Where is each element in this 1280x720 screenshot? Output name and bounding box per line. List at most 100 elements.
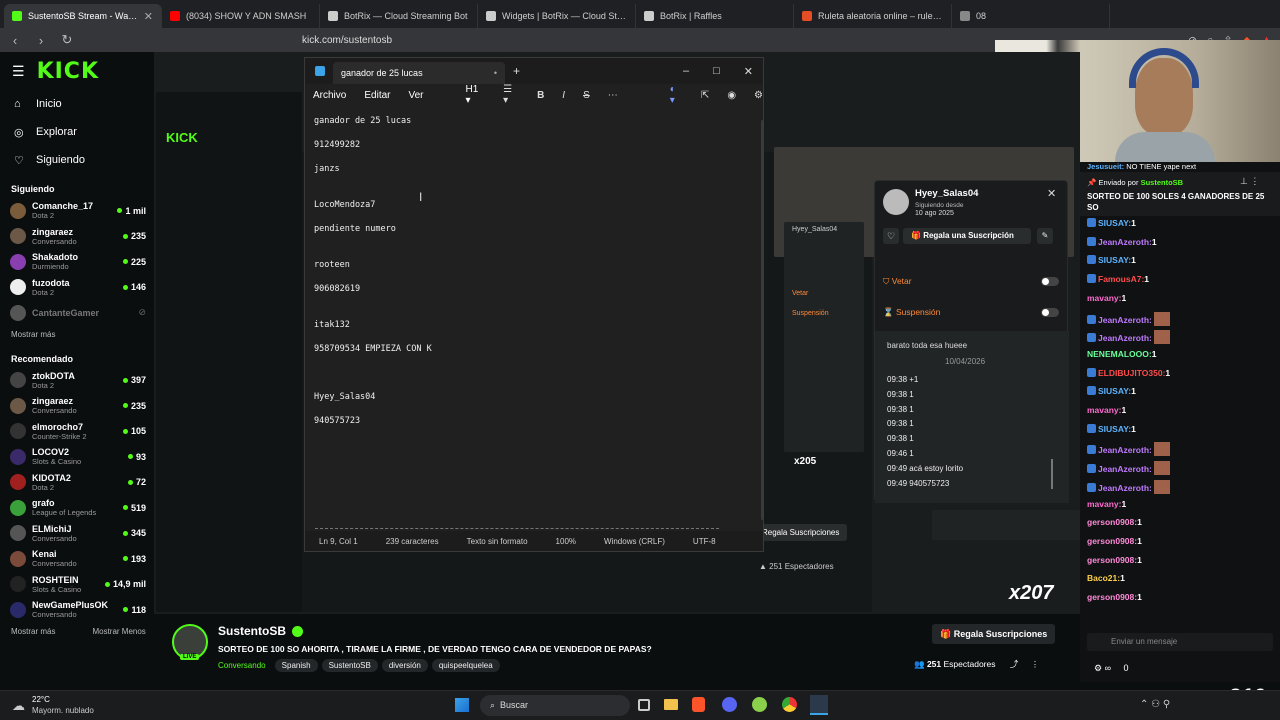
share-icon[interactable]: ⤴ [1010,659,1019,669]
channel-row[interactable]: KIDOTA2 Dota 2 72 [0,470,154,496]
chat-username[interactable]: JeanAzeroth: [1098,333,1152,343]
chat-user[interactable]: Jesusueit: [1087,162,1124,171]
channel-row[interactable]: Kenai Conversando 193 [0,546,154,572]
forward-icon[interactable]: › [34,33,48,48]
copilot-icon[interactable]: ◐ ▾ [670,84,683,106]
notepad-tab[interactable]: ganador de 25 lucas • [333,62,505,84]
browser-tab[interactable]: BotRix — Cloud Streaming Bot [320,4,478,28]
taskbar-search[interactable]: ⌕ Buscar [480,695,630,716]
chat-input[interactable]: Enviar un mensaje [1087,633,1273,651]
nav-item-1[interactable]: ◎ Explorar [0,118,154,146]
gift-sub-button[interactable]: 🎁 Regala una Suscripción [903,228,1031,244]
channel-row[interactable]: grafo League of Legends 519 [0,495,154,521]
menu-editar[interactable]: Editar [364,90,390,101]
minimize-icon[interactable]: – [683,65,689,78]
unpin-icon[interactable]: ⊥ ⋮ [1240,176,1259,187]
close-icon[interactable]: ✕ [1047,187,1056,200]
status-zoom[interactable]: 100% [542,537,590,546]
chat-username[interactable]: gerson0908: [1087,517,1137,527]
notepad-taskbar-icon[interactable] [810,695,828,715]
bold-icon[interactable]: B [537,90,544,101]
kick-logo[interactable]: KICK [37,59,99,84]
chat-username[interactable]: JeanAzeroth: [1098,464,1152,474]
channel-name[interactable]: SustentoSB [218,624,286,638]
system-tray[interactable]: ⌃ ⚇ ⚲ [1140,699,1170,710]
channel-row[interactable]: Shakadoto Durmiendo 225 [0,249,154,275]
channel-row[interactable]: ROSHTEIN Slots & Casino 14,9 mil [0,572,154,598]
tab-close-icon[interactable]: ✕ [144,10,153,23]
chat-settings[interactable]: ⚙ ∞ 0 [1094,663,1129,674]
channel-row[interactable]: LOCOV2 Slots & Casino 93 [0,444,154,470]
italic-icon[interactable]: I [562,90,565,101]
channel-row[interactable]: ELMichiJ Conversando 345 [0,521,154,547]
heading-dropdown[interactable]: H1 ▾ [466,84,486,106]
history-scrollbar[interactable] [1051,459,1053,489]
more-icon[interactable]: ⋮ [1031,659,1040,669]
tab-close-icon[interactable]: • [494,68,497,78]
chat-username[interactable]: JeanAzeroth: [1098,445,1152,455]
stream-tag[interactable]: quispeelquelea [431,659,500,672]
channel-row[interactable]: elmorocho7 Counter-Strike 2 105 [0,419,154,445]
weather-temp[interactable]: 22°C [32,695,50,704]
nav-item-2[interactable]: ♡ Siguiendo [0,146,154,174]
browser-tab[interactable]: 08 [952,4,1110,28]
gift-subs-button[interactable]: 🎁 Regala Suscripciones [932,624,1056,644]
stream-tag[interactable]: diversión [381,659,428,672]
new-tab-icon[interactable]: + [513,64,520,78]
start-button[interactable] [455,698,469,712]
chat-username[interactable]: SIUSAY: [1098,218,1131,228]
browser-tab[interactable]: Widgets | BotRix — Cloud Streamin [478,4,636,28]
following-show-more[interactable]: Mostrar más [0,326,154,344]
chat-username[interactable]: gerson0908: [1087,555,1137,565]
stream-tag[interactable]: SustentoSB [321,659,378,672]
brave-icon[interactable] [692,697,705,712]
channel-row[interactable]: Comanche_17 Dota 2 1 mil [0,198,154,224]
close-icon[interactable]: ✕ [744,65,753,78]
maximize-icon[interactable]: □ [713,65,720,78]
mod-tool-icon[interactable]: ✎ [1037,228,1053,244]
more-options-icon[interactable]: ⋯ [608,90,618,101]
menu-ver[interactable]: Ver [408,90,423,101]
category-link[interactable]: Conversando [218,661,266,670]
chat-username[interactable]: gerson0908: [1087,592,1137,602]
stream-tag[interactable]: Spanish [274,659,318,672]
browser-tab[interactable]: BotRix | Raffles [636,4,794,28]
user-card-name[interactable]: Hyey_Salas04 [915,188,978,199]
settings-icon[interactable]: ⚙ [754,90,763,101]
url-field[interactable]: kick.com/sustentosb [302,35,392,46]
file-explorer-icon[interactable] [664,699,678,710]
share-icon[interactable]: ⇱ [701,90,709,101]
task-view-icon[interactable] [638,699,650,711]
show-more-link[interactable]: Mostrar más [0,623,55,641]
chat-username[interactable]: SIUSAY: [1098,424,1131,434]
chat-username[interactable]: NENEMALOOO: [1087,349,1152,359]
account-icon[interactable]: ◉ [727,90,736,101]
chat-username[interactable]: JeanAzeroth: [1098,315,1152,325]
discord-icon[interactable] [722,697,737,712]
heart-button[interactable]: ♡ [883,228,899,244]
veto-toggle[interactable] [1041,276,1059,286]
scrollbar[interactable] [761,120,764,520]
menu-archivo[interactable]: Archivo [313,90,346,101]
chat-username[interactable]: JeanAzeroth: [1098,483,1152,493]
browser-tab[interactable]: SustentoSB Stream - Watch ✕ [4,4,162,28]
channel-row[interactable]: NewGamePlusOK Conversando 118 [0,597,154,623]
chat-username[interactable]: mavany: [1087,293,1122,303]
chat-username[interactable]: JeanAzeroth: [1098,237,1152,247]
channel-row[interactable]: zingaraez Conversando 235 [0,224,154,250]
chat-username[interactable]: gerson0908: [1087,536,1137,546]
channel-row[interactable]: ztokDOTA Dota 2 397 [0,368,154,394]
reload-icon[interactable]: ↻ [60,32,74,48]
list-icon[interactable]: ☰ ▾ [503,84,519,106]
suspension-toggle[interactable] [1041,307,1059,317]
chat-username[interactable]: ELDIBUJITO350: [1098,368,1165,378]
chat-username[interactable]: FamousA7: [1098,274,1144,284]
app-icon[interactable] [752,697,767,712]
channel-row[interactable]: fuzodota Dota 2 146 [0,275,154,301]
chrome-icon[interactable] [782,697,797,712]
channel-row[interactable]: CantanteGamer ⊘ [0,300,154,326]
browser-tab[interactable]: Ruleta aleatoria online – ruleta de [794,4,952,28]
chat-username[interactable]: SIUSAY: [1098,386,1131,396]
nav-item-0[interactable]: ⌂ Inicio [0,90,154,118]
chat-username[interactable]: Baco21: [1087,573,1120,583]
